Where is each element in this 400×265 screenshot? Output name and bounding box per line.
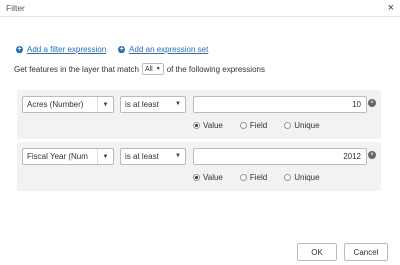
radio-label: Value [203,121,223,130]
radio-unique[interactable]: Unique [284,173,320,182]
add-expression-set-link[interactable]: + Add an expression set [118,45,208,54]
match-row: Get features in the layer that match All… [14,63,265,75]
plus-icon: + [118,45,126,53]
filter-expression: Acres (Number) ▼ is at least ▼ 10 × Valu… [17,90,381,139]
field-select-value: Acres (Number) [27,100,84,109]
value-type-radios: Value Field Unique [193,121,337,130]
dialog-title: Filter [6,3,25,13]
field-select-value: Fiscal Year (Num [27,152,88,161]
chevron-down-icon[interactable]: ▼ [97,97,113,112]
add-expression-set-label: Add an expression set [129,44,209,54]
chevron-down-icon: ▼ [175,153,181,159]
plus-icon: + [16,45,23,53]
radio-label: Unique [294,173,320,182]
chevron-down-icon[interactable]: ▼ [97,149,113,164]
match-suffix-text: of the following expressions [166,64,265,74]
radio-label: Unique [294,121,320,130]
value-type-radios: Value Field Unique [193,173,337,182]
radio-field[interactable]: Field [239,173,268,182]
value-input[interactable]: 10 [193,96,367,113]
operator-select-value: is at least [125,100,159,109]
radio-label: Field [249,173,268,182]
filter-expression: Fiscal Year (Num ▼ is at least ▼ 2012 × … [17,142,381,191]
radio-checked-icon [193,174,200,181]
operator-select-value: is at least [125,152,159,161]
add-filter-expression-link[interactable]: + Add a filter expression [16,45,106,54]
match-prefix-text: Get features in the layer that match [14,64,139,74]
radio-unchecked-icon [284,122,292,129]
match-select[interactable]: All ▼ [141,63,164,75]
chevron-down-icon: ▼ [155,66,161,72]
radio-checked-icon [193,122,200,129]
close-icon[interactable]: × [388,1,394,15]
ok-button[interactable]: OK [297,243,337,261]
field-select[interactable]: Acres (Number) ▼ [22,96,114,113]
radio-field[interactable]: Field [239,121,268,130]
value-input[interactable]: 2012 [193,148,367,165]
radio-label: Field [249,121,268,130]
radio-unchecked-icon [284,174,292,181]
expression-links: + Add a filter expression + Add an expre… [16,43,220,55]
cancel-button[interactable]: Cancel [344,243,388,261]
dialog-title-bar: Filter × [0,0,400,17]
operator-select[interactable]: is at least ▼ [120,148,186,165]
field-select[interactable]: Fiscal Year (Num ▼ [22,148,114,165]
match-select-value: All [144,65,153,73]
chevron-down-icon: ▼ [175,101,181,107]
add-filter-expression-label: Add a filter expression [27,44,107,54]
remove-expression-icon[interactable]: × [368,99,376,107]
radio-label: Value [203,173,223,182]
radio-value[interactable]: Value [193,173,223,182]
radio-value[interactable]: Value [193,121,223,130]
remove-expression-icon[interactable]: × [368,151,376,159]
radio-unique[interactable]: Unique [284,121,320,130]
radio-unchecked-icon [239,174,247,181]
operator-select[interactable]: is at least ▼ [120,96,186,113]
radio-unchecked-icon [239,122,247,129]
